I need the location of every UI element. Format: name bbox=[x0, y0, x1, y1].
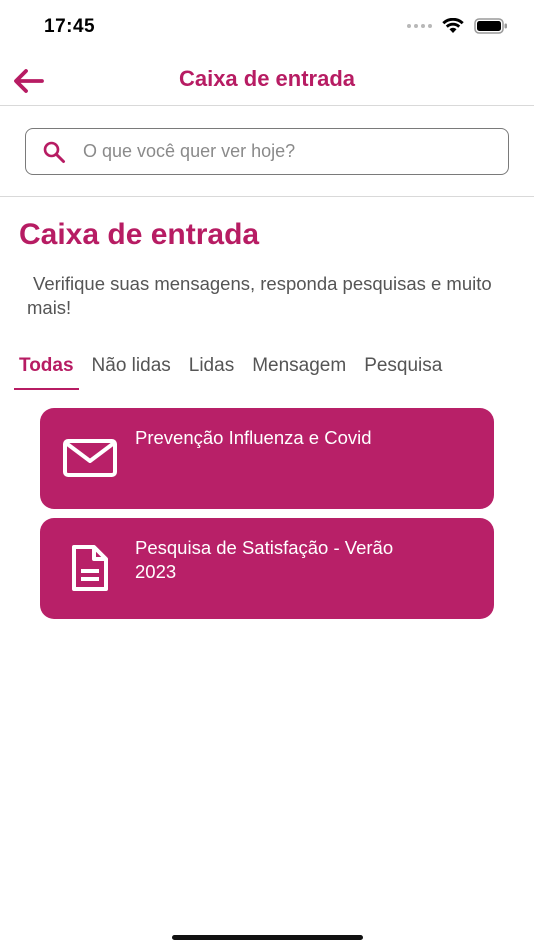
header-title: Caixa de entrada bbox=[178, 66, 356, 91]
search-box[interactable] bbox=[25, 128, 509, 175]
tab-mensagem[interactable]: Mensagem bbox=[247, 352, 351, 390]
wifi-icon bbox=[442, 18, 464, 33]
message-title: Prevenção Influenza e Covid bbox=[135, 427, 372, 448]
tab-todas[interactable]: Todas bbox=[14, 352, 79, 390]
message-card[interactable]: Pesquisa de Satisfação - Verão 2023 bbox=[40, 518, 494, 619]
home-indicator bbox=[172, 935, 363, 940]
app-header: Caixa de entrada bbox=[0, 56, 534, 106]
filter-tabs: Todas Não lidas Lidas Mensagem Pesquisa bbox=[14, 352, 455, 390]
message-title: Pesquisa de Satisfação - Verão 2023 bbox=[135, 537, 394, 582]
tab-pesquisa[interactable]: Pesquisa bbox=[359, 352, 447, 390]
battery-icon bbox=[474, 18, 507, 34]
page-title: Caixa de entrada bbox=[19, 218, 260, 251]
search-section bbox=[0, 107, 534, 197]
inbox-screen: 17:45 Caixa de entrada O que você quer v… bbox=[0, 0, 534, 950]
envelope-icon bbox=[62, 432, 118, 484]
search-input[interactable] bbox=[83, 131, 483, 172]
status-icons bbox=[407, 18, 508, 34]
page-description: Verifique suas mensagens, responda pesqu… bbox=[27, 273, 492, 318]
message-card[interactable]: Prevenção Influenza e Covid bbox=[40, 408, 494, 509]
tab-lidas[interactable]: Lidas bbox=[184, 352, 239, 390]
status-bar: 17:45 bbox=[0, 0, 534, 56]
cellular-signal-icon bbox=[407, 24, 432, 28]
search-icon bbox=[41, 139, 67, 165]
document-icon bbox=[62, 542, 118, 594]
status-time: 17:45 bbox=[44, 16, 96, 37]
tab-nao-lidas[interactable]: Não lidas bbox=[87, 352, 176, 390]
